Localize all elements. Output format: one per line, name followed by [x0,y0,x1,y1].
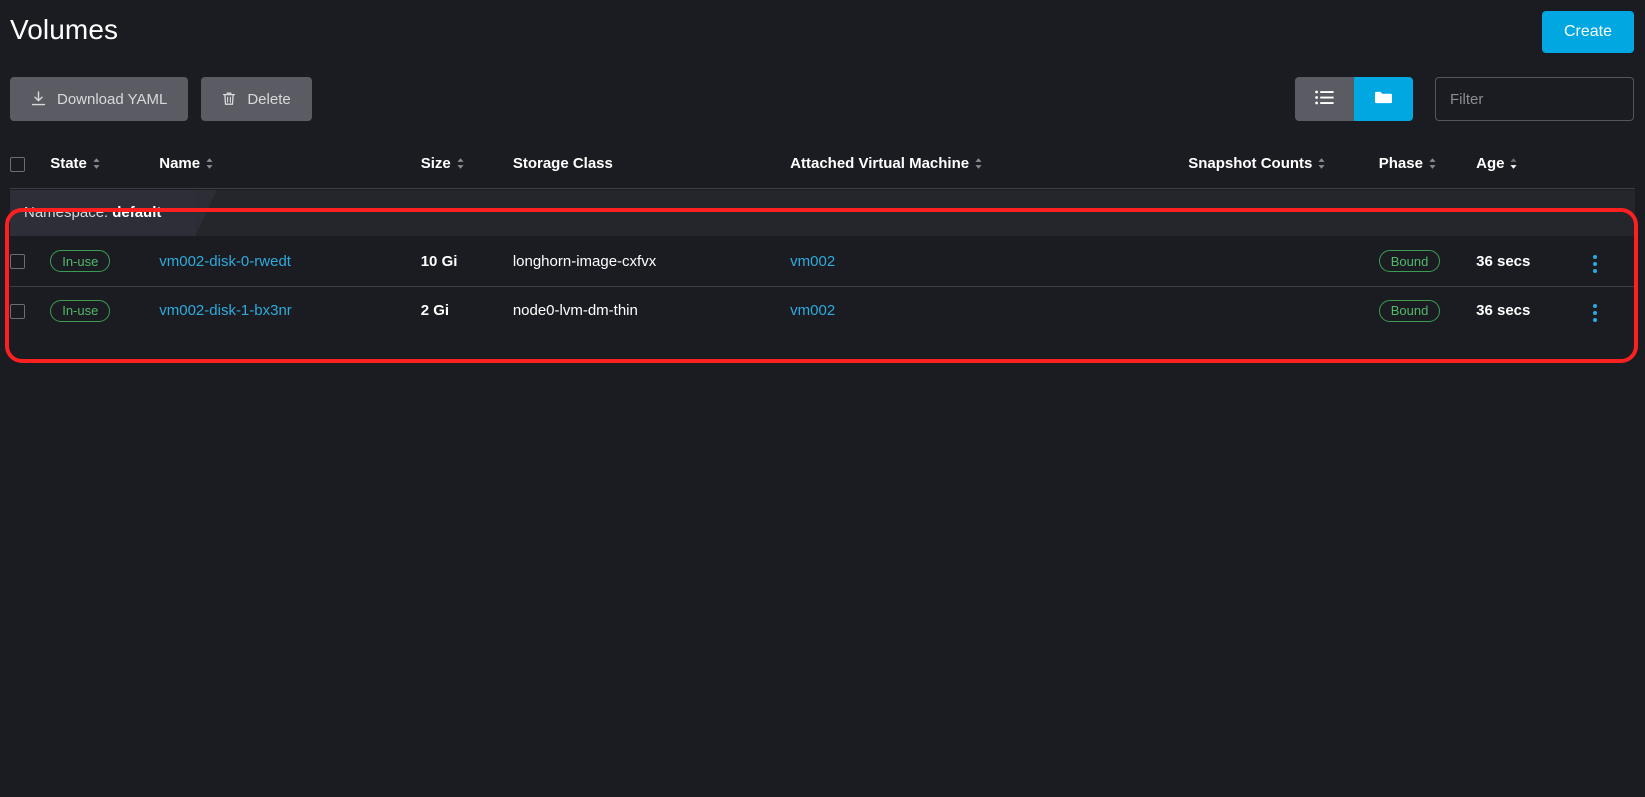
view-mode-toggle [1295,77,1413,121]
bulk-actions-group: Download YAML Delete [10,77,312,121]
row-attached-vm-cell: vm002 [790,237,1188,286]
namespace-group-filler [195,190,1635,236]
row-phase-cell: Bound [1379,286,1476,335]
attached-vm-link[interactable]: vm002 [790,253,835,270]
group-view-button[interactable] [1354,77,1413,121]
row-state-cell: In-use [50,237,159,286]
table-header: State Name [10,140,1635,188]
column-header-state[interactable]: State [50,140,159,188]
volume-name-link[interactable]: vm002-disk-1-bx3nr [159,302,292,319]
row-state-cell: In-use [50,286,159,335]
volumes-table: State Name [10,140,1635,335]
select-all-checkbox[interactable] [10,157,25,172]
page-masthead: Volumes Create [0,0,1645,68]
delete-button[interactable]: Delete [201,77,311,121]
phase-badge: Bound [1379,250,1441,272]
delete-label: Delete [247,91,290,108]
column-label-name: Name [159,155,200,172]
list-view-icon [1315,90,1334,108]
attached-vm-link[interactable]: vm002 [790,302,835,319]
download-icon [31,91,46,107]
column-header-snapshot-counts[interactable]: Snapshot Counts [1188,140,1379,188]
sort-icon [1317,157,1326,170]
row-name-cell: vm002-disk-1-bx3nr [159,286,420,335]
namespace-group-cell: Namespace: default [10,188,1635,237]
column-label-state: State [50,155,87,172]
sort-desc-icon [1509,157,1518,170]
column-label-age: Age [1476,155,1504,172]
row-actions-cell [1587,237,1635,286]
create-button[interactable]: Create [1542,11,1634,53]
column-header-name[interactable]: Name [159,140,420,188]
namespace-group-tab[interactable]: Namespace: default [10,190,195,236]
table-view-controls [1295,77,1634,121]
status-badge: In-use [50,300,110,322]
volume-name-link[interactable]: vm002-disk-0-rwedt [159,253,291,270]
column-label-snapshot-counts: Snapshot Counts [1188,155,1312,172]
column-label-storage-class: Storage Class [513,155,613,172]
column-header-age[interactable]: Age [1476,140,1587,188]
filter-input[interactable] [1435,77,1634,121]
row-attached-vm-cell: vm002 [790,286,1188,335]
row-checkbox[interactable] [10,304,25,319]
sort-icon [456,157,465,170]
kebab-menu-icon[interactable] [1587,251,1603,277]
column-header-size[interactable]: Size [421,140,513,188]
volumes-table-container: State Name [10,140,1635,335]
row-select-cell [10,237,50,286]
row-age-cell: 36 secs [1476,286,1587,335]
row-snapshot-counts-cell [1188,237,1379,286]
status-badge: In-use [50,250,110,272]
folder-group-view-icon [1374,90,1393,108]
download-yaml-button[interactable]: Download YAML [10,77,188,121]
kebab-menu-icon[interactable] [1587,300,1603,326]
row-actions-cell [1587,286,1635,335]
volumes-page: Volumes Create Download YAML [0,0,1645,797]
row-select-cell [10,286,50,335]
table-header-row: State Name [10,140,1635,188]
column-header-phase[interactable]: Phase [1379,140,1476,188]
namespace-label-prefix: Namespace: [24,204,108,221]
row-snapshot-counts-cell [1188,286,1379,335]
download-yaml-label: Download YAML [57,91,167,108]
column-label-attached-vm: Attached Virtual Machine [790,155,969,172]
page-title: Volumes [10,14,118,46]
table-row[interactable]: In-use vm002-disk-0-rwedt 10 Gi longhorn… [10,237,1635,286]
namespace-group-row: Namespace: default [10,188,1635,237]
action-bar: Download YAML Delete [0,77,1645,121]
row-storage-class-cell: node0-lvm-dm-thin [513,286,790,335]
row-phase-cell: Bound [1379,237,1476,286]
select-all-header [10,140,50,188]
namespace-group-banner: Namespace: default [10,190,1635,236]
sort-icon [205,157,214,170]
column-header-actions [1587,140,1635,188]
column-header-attached-vm[interactable]: Attached Virtual Machine [790,140,1188,188]
table-body: Namespace: default In-use [10,188,1635,335]
row-checkbox[interactable] [10,254,25,269]
column-header-storage-class[interactable]: Storage Class [513,140,790,188]
table-row[interactable]: In-use vm002-disk-1-bx3nr 2 Gi node0-lvm… [10,286,1635,335]
row-size-cell: 2 Gi [421,286,513,335]
namespace-label-value: default [112,204,161,221]
trash-icon [222,91,236,107]
row-age-cell: 36 secs [1476,237,1587,286]
row-name-cell: vm002-disk-0-rwedt [159,237,420,286]
sort-icon [974,157,983,170]
sort-icon [1428,157,1437,170]
row-size-cell: 10 Gi [421,237,513,286]
column-label-size: Size [421,155,451,172]
phase-badge: Bound [1379,300,1441,322]
column-label-phase: Phase [1379,155,1423,172]
list-view-button[interactable] [1295,77,1354,121]
sort-icon [92,157,101,170]
row-storage-class-cell: longhorn-image-cxfvx [513,237,790,286]
